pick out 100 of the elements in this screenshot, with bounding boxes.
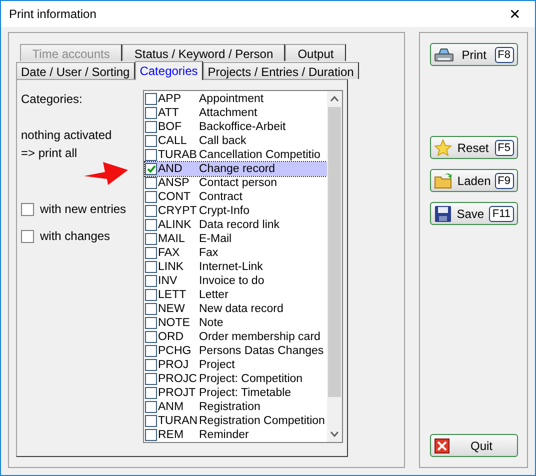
checkbox[interactable] [145,93,157,105]
tab[interactable]: Projects / Entries / Duration [202,62,359,79]
category-item[interactable]: PCHG Persons Datas Changes [145,344,327,358]
checkbox[interactable] [145,163,157,175]
category-name: Change record [199,162,276,176]
reset-button[interactable]: Reset F5 [430,136,518,159]
category-item[interactable]: MAIL E-Mail [145,232,327,246]
checkbox[interactable] [145,289,157,301]
category-item[interactable]: CRYPT Crypt-Info [145,204,327,218]
category-name: Registration Competition [199,414,325,428]
checkbox[interactable] [145,219,157,231]
category-code: NOTE [158,316,191,330]
category-item[interactable]: INV Invoice to do [145,274,327,288]
category-name: Internet-Link [199,260,263,274]
category-code: AND [158,162,184,176]
category-item[interactable]: REM Reminder [145,428,327,442]
category-code: ALINK [158,218,192,232]
category-item[interactable]: NOTE Note [145,316,327,330]
category-code: PROJ [158,358,190,372]
category-item[interactable]: TURAB Cancellation Competitio [145,148,327,162]
checkbox[interactable] [145,387,157,399]
tab[interactable]: Date / User / Sorting [16,62,135,79]
category-name: New data record [199,302,284,316]
checkbox[interactable] [145,275,157,287]
category-item[interactable]: FAX Fax [145,246,327,260]
scrollbar-thumb[interactable] [328,107,341,397]
category-item[interactable]: ORD Order membership card [145,330,327,344]
category-name: Note [199,316,224,330]
category-name: E-Mail [199,232,232,246]
checkbox[interactable] [145,359,157,371]
checkbox[interactable] [145,247,157,259]
category-item[interactable]: TURAN Registration Competition [145,414,327,428]
category-code: FAX [158,246,181,260]
quit-button[interactable]: Quit [430,434,518,457]
checkbox[interactable] [145,121,157,133]
window-title: Print information [9,6,96,23]
checkbox[interactable] [145,317,157,329]
category-code: NEW [158,302,186,316]
checkbox[interactable] [145,429,157,441]
category-code: TURAN [158,414,199,428]
category-item[interactable]: AND Change record [145,162,327,176]
star-icon [434,138,452,156]
checkbox[interactable] [145,401,157,413]
close-button[interactable]: ✕ [495,1,535,27]
category-code: PCHG [158,344,192,358]
category-name: Data record link [199,218,280,232]
category-name: Invoice to do [199,274,264,288]
category-name: Fax [199,246,218,260]
category-code: TURAB [158,148,198,162]
checkbox[interactable] [145,107,157,119]
print-button[interactable]: Print F8 [430,43,518,66]
category-name: Project: Competition [199,372,303,386]
category-item[interactable]: CONT Contract [145,190,327,204]
category-code: ANM [158,400,185,414]
category-code: CALL [158,134,188,148]
scrollbar[interactable] [327,91,342,442]
checkbox[interactable] [145,135,157,147]
checkbox[interactable] [145,149,157,161]
checkbox[interactable] [145,331,157,343]
load-button[interactable]: Laden F9 [430,169,518,192]
category-item[interactable]: ALINK Data record link [145,218,327,232]
category-item[interactable]: ATT Attachment [145,106,327,120]
checkbox[interactable] [145,373,157,385]
checkbox[interactable] [145,233,157,245]
category-code: ORD [158,330,185,344]
shortcut-key: F8 [494,46,514,62]
close-icon [434,438,450,454]
category-item[interactable]: PROJT Project: Timetable [145,386,327,400]
checkbox[interactable] [145,415,157,427]
category-item[interactable]: NEW New data record [145,302,327,316]
category-item[interactable]: LINK Internet-Link [145,260,327,274]
tab[interactable]: Categories [134,61,203,80]
tab[interactable]: Output [285,44,346,61]
category-item[interactable]: PROJC Project: Competition [145,372,327,386]
checkbox[interactable] [21,202,34,216]
printer-icon [434,46,454,62]
category-item[interactable]: APP Appointment [145,92,327,106]
category-name: Call back [199,134,246,148]
checkbox[interactable] [145,345,157,357]
checkbox[interactable] [145,205,157,217]
scroll-down-icon[interactable] [330,431,339,437]
checkbox[interactable] [145,191,157,203]
category-item[interactable]: LETT Letter [145,288,327,302]
checkbox[interactable] [145,303,157,315]
option-label: with new entries [40,201,126,218]
category-code: LINK [158,260,185,274]
category-name: Registration [199,400,260,414]
tab[interactable]: Status / Keyword / Person [122,44,286,61]
checkbox[interactable] [145,177,157,189]
category-item[interactable]: CALL Call back [145,134,327,148]
save-button[interactable]: Save F11 [430,202,518,225]
categories-label: Categories: [21,91,84,108]
checkbox[interactable] [145,261,157,273]
category-item[interactable]: BOF Backoffice-Arbeit [145,120,327,134]
category-item[interactable]: ANM Registration [145,400,327,414]
checkbox[interactable] [21,230,34,242]
category-item[interactable]: PROJ Project [145,358,327,372]
scroll-up-icon[interactable] [330,96,339,102]
category-item[interactable]: ANSP Contact person [145,176,327,190]
hint-text: => print all [21,145,78,162]
